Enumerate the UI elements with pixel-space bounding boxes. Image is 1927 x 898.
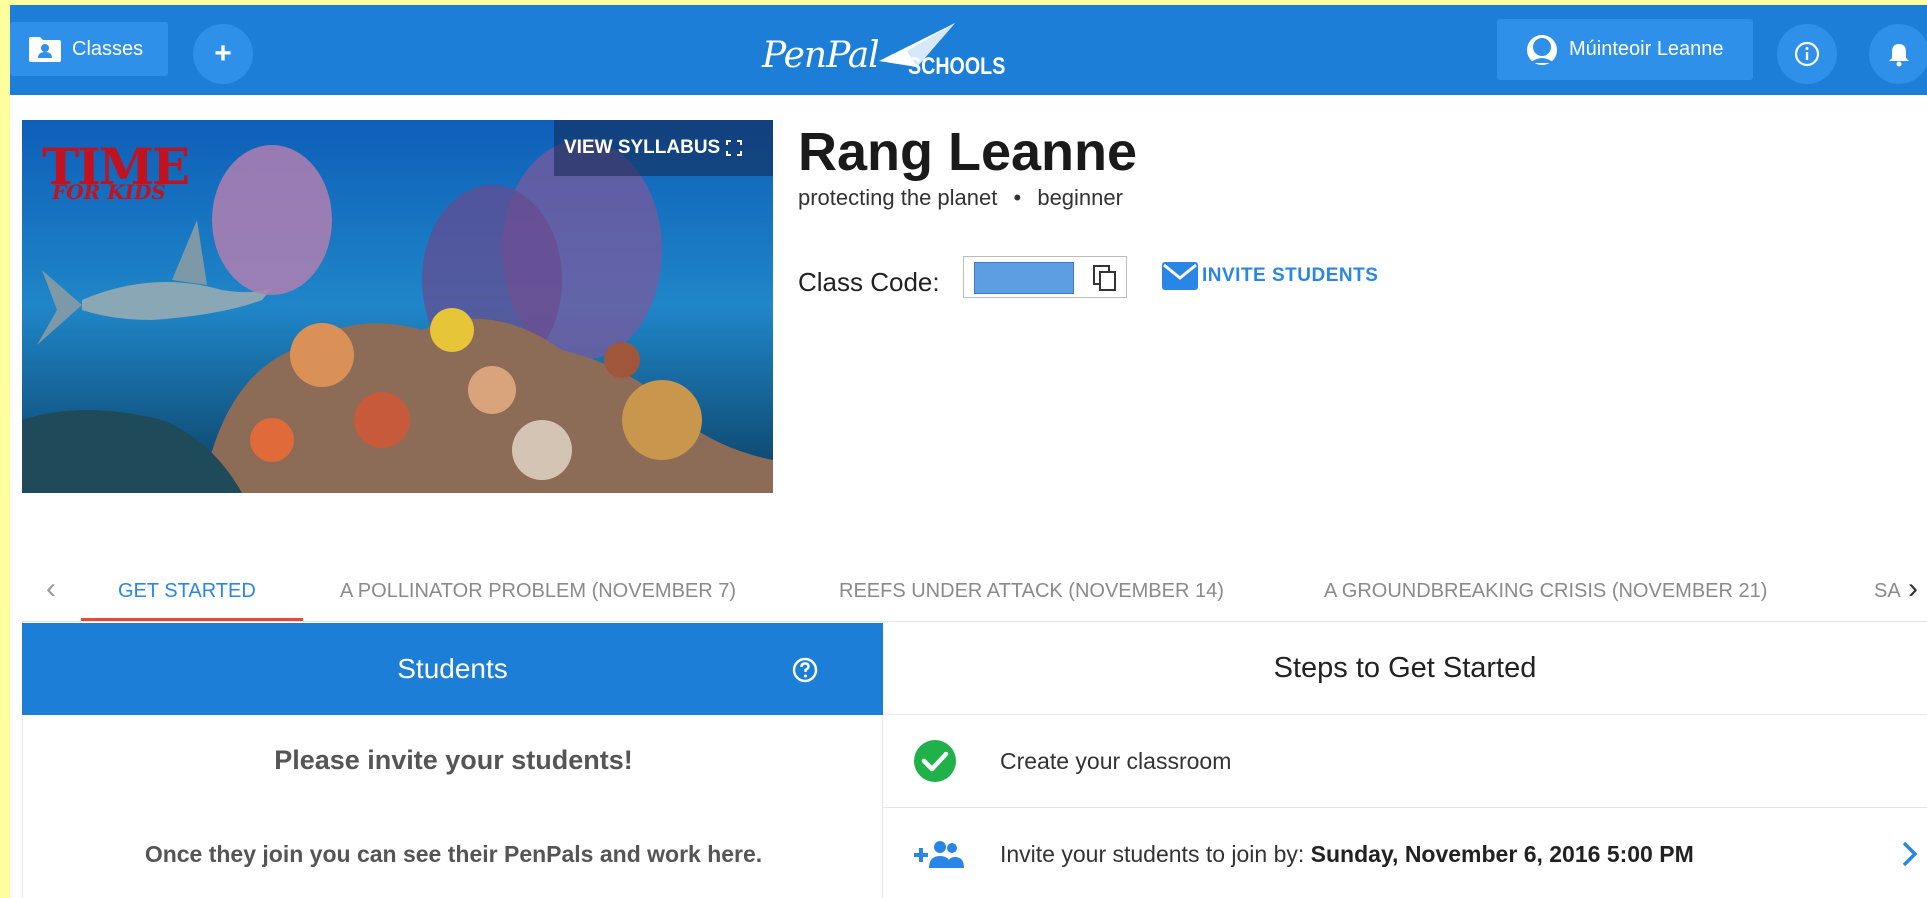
plus-icon: +	[214, 37, 232, 70]
invite-students-button[interactable]: INVITE STUDENTS	[1162, 262, 1378, 290]
expand-icon	[726, 140, 743, 156]
step-invite-students[interactable]: Invite your students to join by: Sunday,…	[883, 808, 1927, 898]
tab-label: REEFS UNDER ATTACK (NOVEMBER 14)	[839, 579, 1224, 602]
app-frame: Classes + PenPal SCHOOLS Múinteoir Leann…	[10, 5, 1927, 898]
info-button[interactable]	[1777, 24, 1837, 84]
tab-groundbreaking-crisis[interactable]: A GROUNDBREAKING CRISIS (NOVEMBER 21)	[1324, 560, 1767, 622]
help-icon[interactable]	[791, 656, 819, 684]
tab-get-started[interactable]: GET STARTED	[118, 560, 256, 622]
add-group-icon	[914, 841, 964, 868]
tab-reefs-under-attack[interactable]: REEFS UNDER ATTACK (NOVEMBER 14)	[839, 560, 1224, 622]
user-name: Múinteoir Leanne	[1569, 38, 1724, 60]
tabs-prev-arrow-icon[interactable]: ‹	[46, 572, 56, 606]
bell-icon	[1889, 44, 1909, 67]
students-panel-body: Please invite your students! Once they j…	[22, 715, 883, 898]
class-level: beginner	[1037, 185, 1123, 210]
logo-penpal-text: PenPal	[762, 35, 880, 76]
steps-panel-header: Steps to Get Started	[883, 623, 1927, 715]
students-panel-header: Students	[22, 623, 883, 715]
active-tab-indicator	[81, 618, 303, 621]
folder-user-icon	[29, 37, 61, 62]
class-code-value-redacted	[974, 262, 1074, 294]
user-menu-button[interactable]: Múinteoir Leanne	[1497, 19, 1753, 80]
time-for-kids-subtitle: FOR KIDS	[52, 180, 166, 204]
meta-separator: •	[1013, 185, 1022, 210]
tab-partial-next[interactable]: SA	[1874, 560, 1901, 622]
step-text: Create your classroom	[1000, 747, 1232, 774]
tab-label: A POLLINATOR PROBLEM (NOVEMBER 7)	[340, 579, 737, 602]
classes-button[interactable]: Classes	[10, 22, 168, 76]
students-title: Students	[397, 653, 508, 684]
invite-deadline: Sunday, November 6, 2016 5:00 PM	[1310, 840, 1694, 867]
invite-heading: Please invite your students!	[274, 745, 633, 775]
tab-label: A GROUNDBREAKING CRISIS (NOVEMBER 21)	[1324, 579, 1768, 602]
notifications-button[interactable]	[1869, 24, 1927, 84]
info-icon	[1794, 41, 1820, 67]
tab-pollinator-problem[interactable]: A POLLINATOR PROBLEM (NOVEMBER 7)	[340, 560, 736, 622]
classes-label: Classes	[72, 37, 144, 60]
top-nav: Classes + PenPal SCHOOLS Múinteoir Leann…	[10, 5, 1927, 95]
unit-tabs: ‹ GET STARTED A POLLINATOR PROBLEM (NOVE…	[22, 560, 1927, 622]
check-circle-icon	[914, 740, 956, 782]
view-syllabus-button[interactable]: VIEW SYLLABUS	[554, 120, 773, 176]
step-create-classroom: Create your classroom	[883, 715, 1927, 808]
step-text-lead: Invite your students to join by:	[1000, 840, 1311, 867]
class-code-field[interactable]	[963, 256, 1127, 298]
copy-icon[interactable]	[1092, 264, 1118, 292]
class-cover-image: TIME FOR KIDS VIEW SYLLABUS	[22, 120, 773, 493]
penpal-schools-logo[interactable]: PenPal SCHOOLS	[762, 21, 1006, 83]
user-avatar-icon	[1527, 34, 1557, 65]
invite-students-label: INVITE STUDENTS	[1202, 265, 1379, 286]
tab-label: GET STARTED	[118, 579, 256, 602]
chevron-right-icon[interactable]	[1899, 838, 1921, 870]
tab-label: SA	[1874, 579, 1901, 602]
class-meta: protecting the planet • beginner	[798, 185, 1123, 211]
invite-subtext: Once they join you can see their PenPals…	[144, 841, 763, 867]
class-topic: protecting the planet	[798, 185, 998, 210]
logo-schools-text: SCHOOLS	[908, 53, 1006, 80]
class-title: Rang Leanne	[798, 122, 1138, 182]
envelope-icon	[1162, 262, 1198, 290]
steps-title: Steps to Get Started	[1273, 652, 1537, 684]
add-class-button[interactable]: +	[193, 24, 253, 84]
view-syllabus-label: VIEW SYLLABUS	[564, 137, 721, 158]
class-code-label: Class Code:	[798, 267, 940, 297]
tabs-next-arrow-icon[interactable]: ›	[1908, 572, 1918, 606]
step-text: Invite your students to join by: Sunday,…	[1000, 841, 1694, 868]
